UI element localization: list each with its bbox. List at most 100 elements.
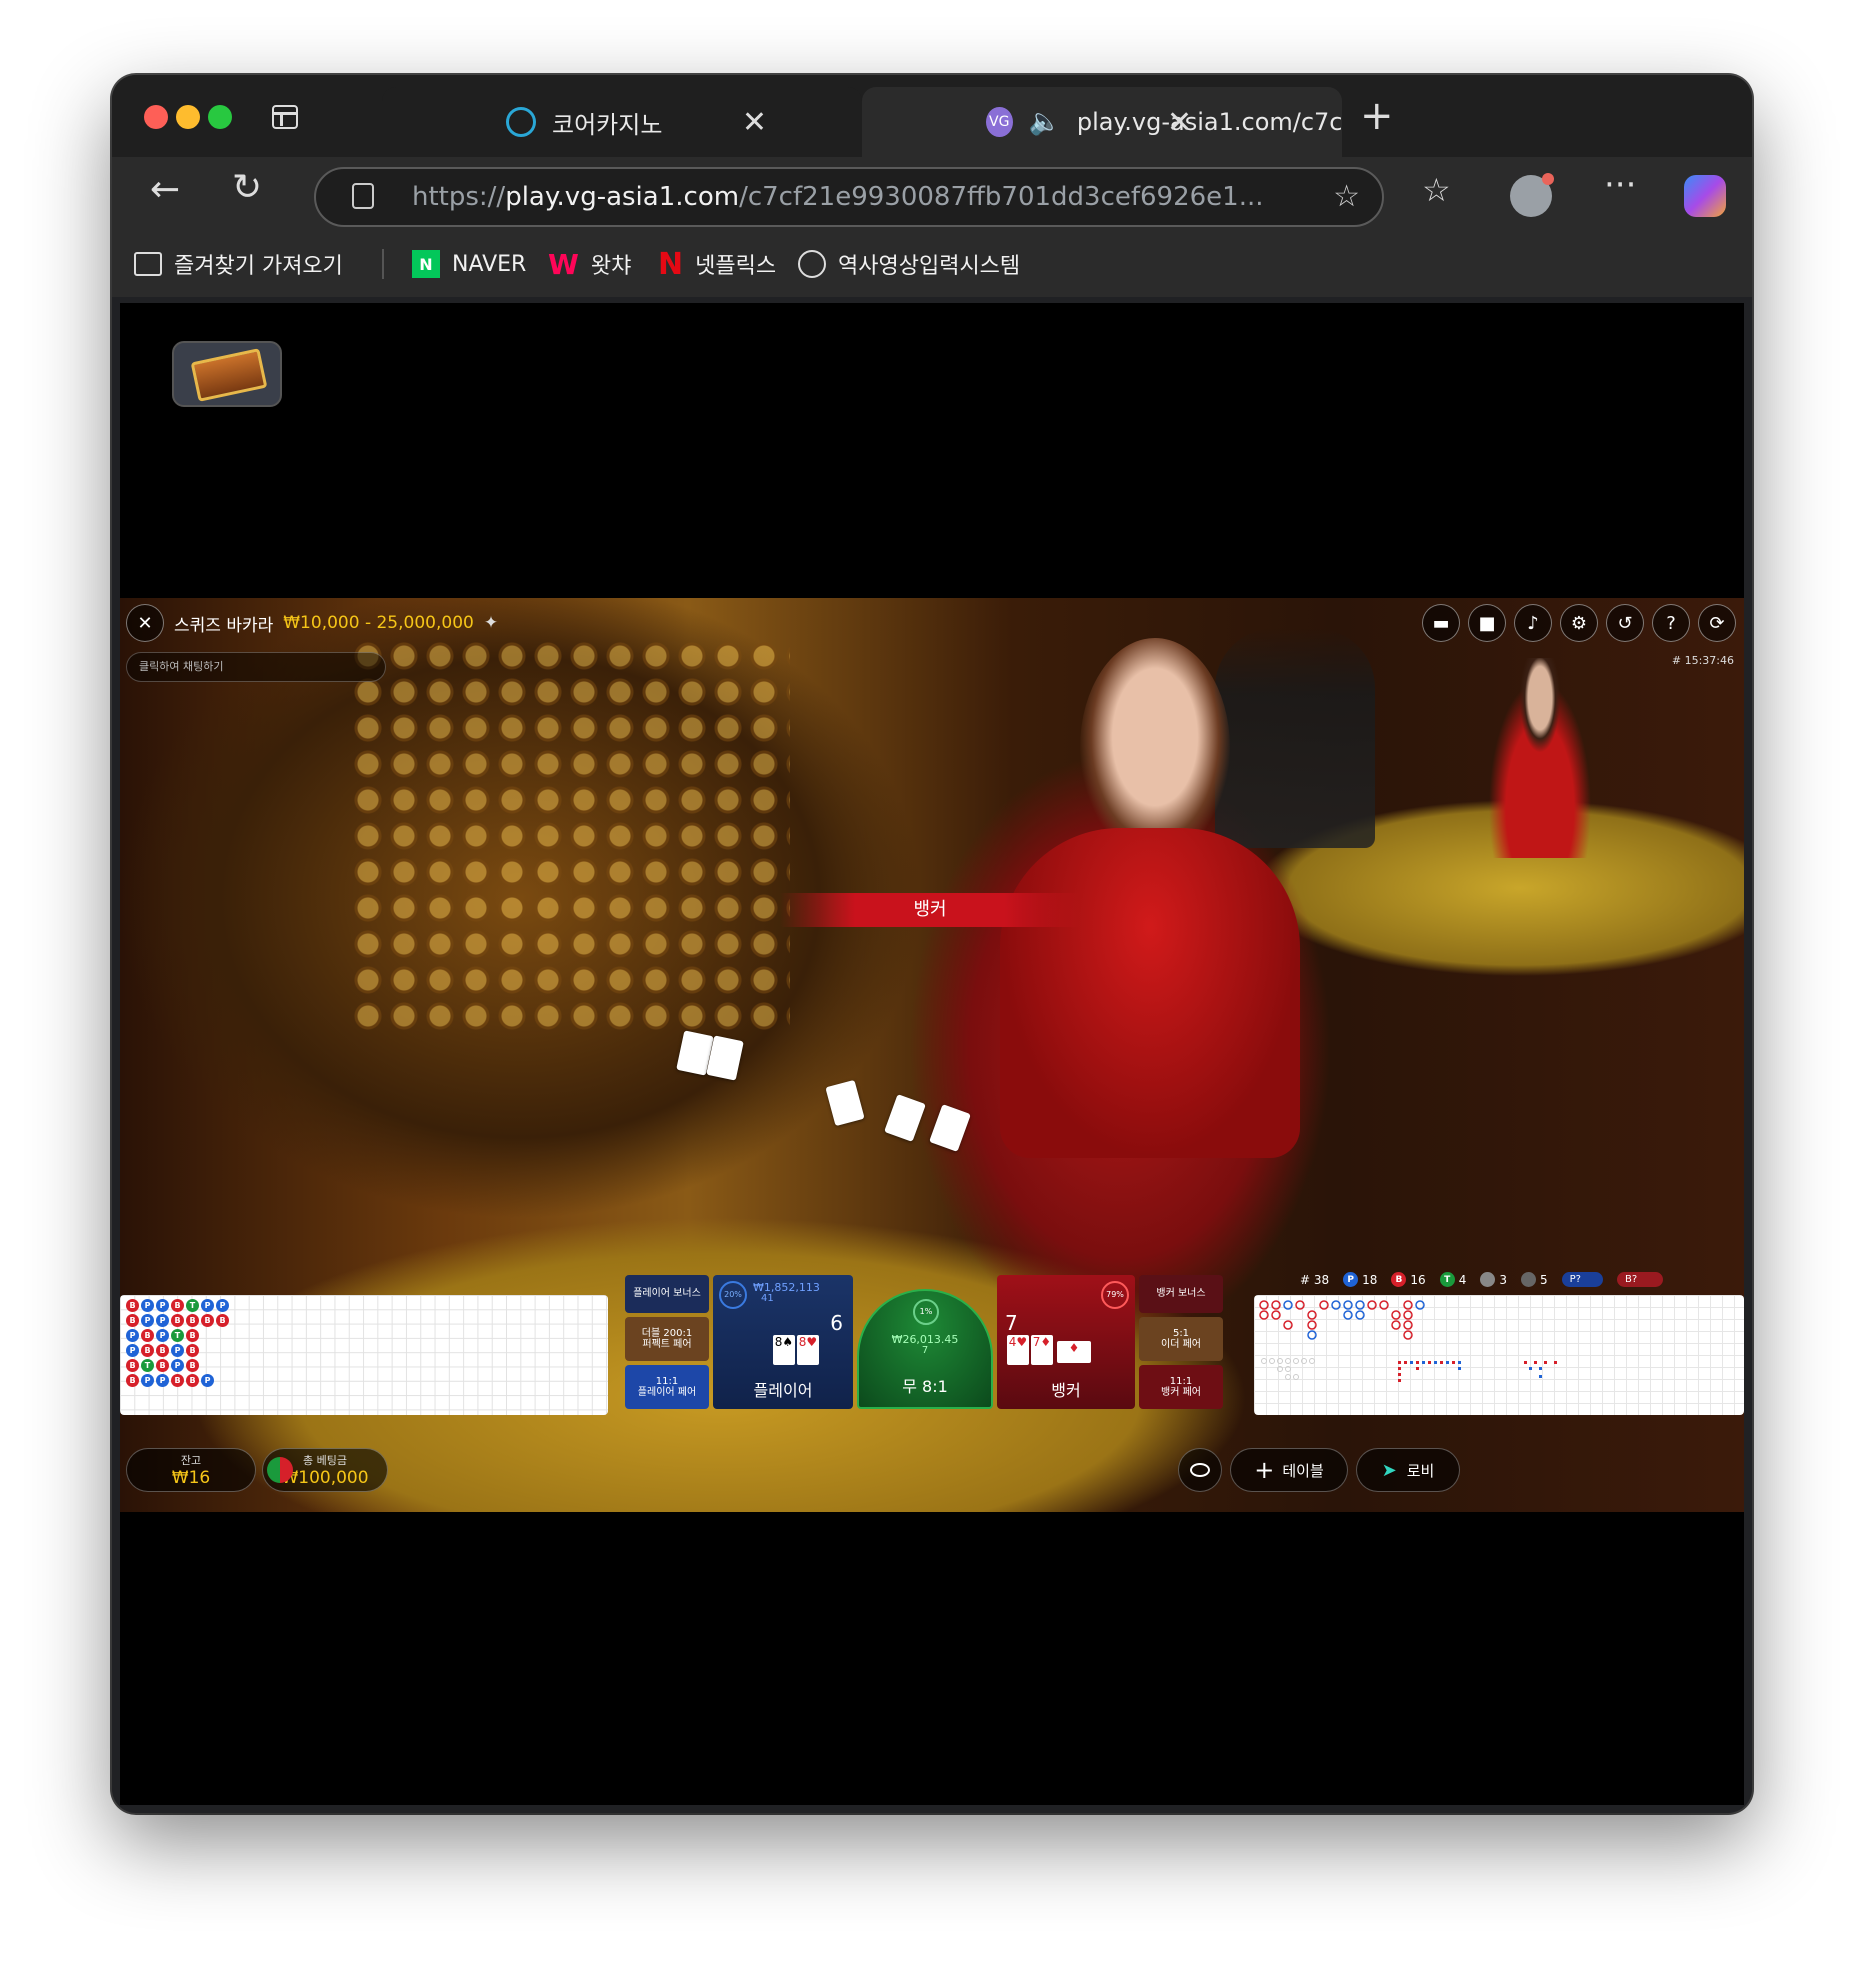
video-icon[interactable]: ■ <box>1468 604 1506 642</box>
chat-icon[interactable]: ▬ <box>1422 604 1460 642</box>
perfect-pair-label: 퍼펙트 페어 <box>642 1339 692 1350</box>
bead-road-cell: P <box>201 1374 214 1387</box>
bead-road: BPPBTPPBPPBBBBPBPTBPBBPBBTBPBBPPBBP <box>120 1295 608 1415</box>
star-icon[interactable]: ☆ <box>1333 179 1360 214</box>
player-bet-label: 플레이어 <box>753 1381 813 1400</box>
tie-count-value: 4 <box>1458 1272 1467 1287</box>
banker-bonus-label: 뱅커 보너스 <box>1156 1288 1206 1300</box>
address-bar[interactable]: https://play.vg-asia1.com/c7cf21e9930087… <box>314 167 1384 227</box>
bead-road-cell: B <box>186 1329 199 1342</box>
bookmark-netflix[interactable]: N 넷플릭스 <box>658 246 777 282</box>
tie-count: T4 <box>1439 1272 1467 1287</box>
settings-icon[interactable]: ⚙ <box>1560 604 1598 642</box>
bead-road-cell: B <box>201 1314 214 1327</box>
banker-bet-label: 뱅커 <box>1051 1381 1081 1400</box>
globe-icon <box>798 250 826 278</box>
sound-icon[interactable]: ♪ <box>1514 604 1552 642</box>
profile-avatar[interactable] <box>1510 173 1554 217</box>
perfect-pair-bet[interactable]: 더블 200:1 퍼펙트 페어 <box>625 1317 709 1361</box>
fullscreen-icon[interactable]: ⟳ <box>1698 604 1736 642</box>
bead-road-cell: P <box>141 1314 154 1327</box>
banker-card-3: ♦ <box>1057 1341 1091 1363</box>
tab-core-casino[interactable]: 코어카지노 ✕ <box>382 87 862 157</box>
lobby-button[interactable]: ➤ 로비 <box>1356 1448 1460 1492</box>
player-bonus-bet[interactable]: 플레이어 보너스 <box>625 1275 709 1313</box>
bookmark-history-video[interactable]: 역사영상입력시스템 <box>798 247 1020 281</box>
new-tab-icon[interactable]: + <box>1360 93 1394 139</box>
maximize-window-button[interactable] <box>208 105 232 129</box>
bookmark-watcha[interactable]: W 왓챠 <box>548 247 631 281</box>
bead-road-cell: P <box>171 1344 184 1357</box>
naver-icon: N <box>412 250 440 278</box>
import-favorites-icon <box>134 252 162 276</box>
close-tab-icon[interactable]: ✕ <box>1167 105 1192 140</box>
player-pair-label: 플레이어 페어 <box>637 1387 697 1398</box>
table-card-3 <box>825 1079 865 1127</box>
bead-road-cell: B <box>126 1299 139 1312</box>
tie-bettors: 7 <box>921 1345 929 1356</box>
player-card-1: 8♠ <box>773 1335 795 1365</box>
banker-pair-bet[interactable]: 11:1 뱅커 페어 <box>1139 1365 1223 1409</box>
banker-bonus-bet[interactable]: 뱅커 보너스 <box>1139 1275 1223 1313</box>
player-wins-value: 18 <box>1362 1272 1378 1287</box>
oval-icon <box>1190 1463 1210 1477</box>
pair-dot-icon <box>1480 1272 1496 1287</box>
bookmark-label: 넷플릭스 <box>695 254 777 279</box>
bookmark-naver[interactable]: N NAVER <box>412 247 526 281</box>
sidebar-toggle-icon[interactable] <box>272 105 298 129</box>
banker-dot-icon: B <box>1391 1272 1407 1287</box>
player-ask-button[interactable]: P? <box>1561 1272 1603 1287</box>
big-road <box>1254 1295 1744 1415</box>
tab-vg-asia[interactable]: VG 🔈 play.vg-asia1.com/c7cf21e ✕ <box>862 87 1342 157</box>
refresh-icon[interactable]: ↻ <box>232 167 262 208</box>
back-icon[interactable]: ← <box>150 169 180 210</box>
copilot-icon[interactable] <box>1684 175 1726 217</box>
tab-bar: 코어카지노 ✕ VG 🔈 play.vg-asia1.com/c7cf21e ✕… <box>112 75 1752 157</box>
chip-stack-button[interactable] <box>1178 1448 1222 1492</box>
tab-title: play.vg-asia1.com/c7cf21e <box>1076 108 1342 136</box>
bead-road-cell: P <box>201 1299 214 1312</box>
banker-pair-label: 뱅커 페어 <box>1161 1387 1201 1398</box>
player-pct-ring: 20% <box>719 1281 747 1309</box>
pin-icon[interactable]: ✦ <box>484 613 498 633</box>
bead-road-cell: P <box>171 1359 184 1372</box>
netflix-icon: N <box>658 246 684 282</box>
bookmark-label: 역사영상입력시스템 <box>838 254 1021 279</box>
banker-card-1: 4♥ <box>1007 1335 1029 1365</box>
lock-icon[interactable] <box>352 183 374 209</box>
favorites-icon[interactable]: ☆ <box>1422 171 1451 209</box>
add-table-button[interactable]: + 테이블 <box>1230 1448 1348 1492</box>
betting-panel: 플레이어 보너스 더블 200:1 퍼펙트 페어 11:1 플레이어 페어 20… <box>625 1275 1235 1415</box>
player-pair-bet[interactable]: 11:1 플레이어 페어 <box>625 1365 709 1409</box>
dealer <box>1080 638 1230 858</box>
chat-input[interactable]: 클릭하여 채팅하기 <box>126 652 386 682</box>
minimize-window-button[interactable] <box>176 105 200 129</box>
rounds-count: # 38 <box>1300 1272 1330 1287</box>
banker-ask-button[interactable]: B? <box>1616 1272 1664 1287</box>
either-pair-label: 이더 페어 <box>1161 1339 1201 1350</box>
tie-bet-area[interactable]: 1% ₩26,013.45 7 무 8:1 <box>857 1289 993 1409</box>
close-window-button[interactable] <box>144 105 168 129</box>
bead-road-cell: P <box>141 1374 154 1387</box>
url-prefix: https:// <box>412 182 506 212</box>
tab-title: 코어카지노 <box>552 110 663 139</box>
help-icon[interactable]: ? <box>1652 604 1690 642</box>
bead-road-cell: P <box>156 1329 169 1342</box>
close-game-button[interactable]: ✕ <box>126 604 164 642</box>
either-pair-bet[interactable]: 5:1 이더 페어 <box>1139 1317 1223 1361</box>
treasure-chest-icon[interactable] <box>172 341 282 407</box>
bead-road-cell: B <box>186 1359 199 1372</box>
bead-road-cell: B <box>186 1344 199 1357</box>
more-menu-icon[interactable]: ··· <box>1604 165 1636 205</box>
small-road-marks <box>1261 1358 1315 1380</box>
bead-road-cell <box>216 1374 231 1389</box>
close-tab-icon[interactable]: ✕ <box>742 105 767 140</box>
player-bet-area[interactable]: 20% ₩1,852,113 41 6 8♠ 8♥ 플레이어 <box>713 1275 853 1409</box>
speaker-icon[interactable]: 🔈 <box>1029 107 1061 137</box>
banker-pair-count: 5 <box>1520 1272 1548 1287</box>
banker-bet-area[interactable]: 79% 7 4♥ 7♦ ♦ 뱅커 <box>997 1275 1135 1409</box>
road-stats: # 38 P 18 B 16 T4 3 5 P? B? <box>1300 1272 1664 1287</box>
bookmark-import-favorites[interactable]: 즐겨찾기 가져오기 <box>134 247 343 281</box>
player-bonus-label: 플레이어 보너스 <box>633 1288 701 1300</box>
history-icon[interactable]: ↺ <box>1606 604 1644 642</box>
